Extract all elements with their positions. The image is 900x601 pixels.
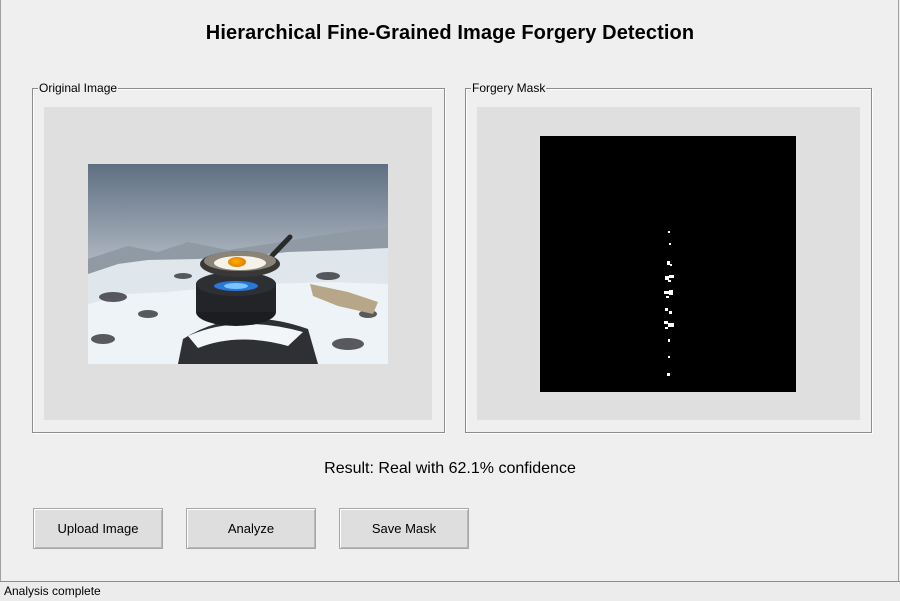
original-image-panel: Original Image <box>32 81 445 433</box>
forgery-mask-preview <box>540 136 796 392</box>
original-image-label: Original Image <box>38 81 119 95</box>
forgery-mask-canvas <box>477 107 860 420</box>
upload-image-button[interactable]: Upload Image <box>33 508 163 549</box>
forgery-mask-label: Forgery Mask <box>471 81 547 95</box>
original-image-preview <box>88 164 388 364</box>
status-text: Analysis complete <box>4 584 101 598</box>
original-image-canvas <box>44 107 432 420</box>
uploaded-photo <box>88 164 388 364</box>
mask-image <box>540 136 796 392</box>
app-title: Hierarchical Fine-Grained Image Forgery … <box>205 22 695 44</box>
analyze-button[interactable]: Analyze <box>186 508 316 549</box>
forgery-mask-panel: Forgery Mask <box>465 81 872 433</box>
status-bar: Analysis complete <box>0 581 900 601</box>
save-mask-button[interactable]: Save Mask <box>339 508 469 549</box>
result-text: Result: Real with 62.1% confidence <box>324 460 576 477</box>
